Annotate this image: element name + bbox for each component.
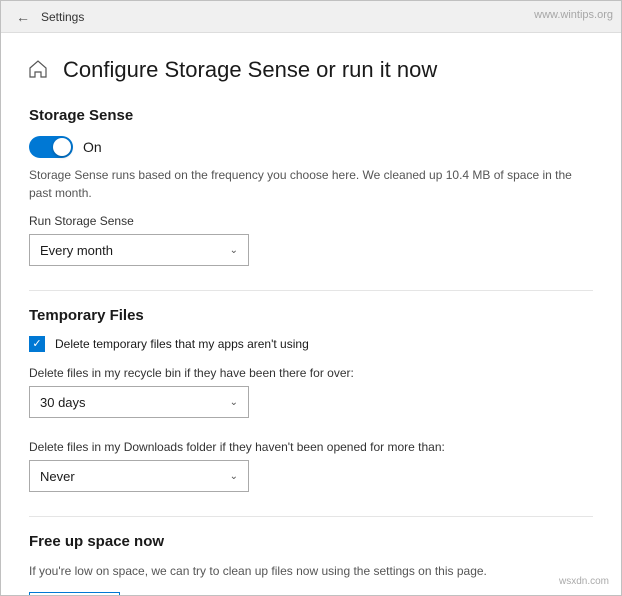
storage-sense-description: Storage Sense runs based on the frequenc…	[29, 166, 593, 202]
page-title: Configure Storage Sense or run it now	[63, 57, 437, 83]
downloads-folder-label: Delete files in my Downloads folder if t…	[29, 440, 593, 454]
temporary-files-section: Temporary Files ✓ Delete temporary files…	[29, 307, 593, 492]
clean-now-button[interactable]: Clean now	[29, 592, 120, 595]
settings-window: ← Settings www.wintips.org Configure Sto…	[0, 0, 622, 596]
run-storage-sense-label: Run Storage Sense	[29, 214, 593, 228]
free-up-space-description: If you're low on space, we can try to cl…	[29, 562, 593, 580]
downloads-folder-value: Never	[40, 469, 75, 484]
storage-sense-section: Storage Sense On Storage Sense runs base…	[29, 107, 593, 266]
checkmark-icon: ✓	[32, 339, 41, 350]
downloads-dropdown-arrow-icon: ⌄	[230, 471, 238, 482]
run-frequency-value: Every month	[40, 243, 113, 258]
back-button[interactable]: ←	[13, 7, 33, 27]
storage-sense-title: Storage Sense	[29, 107, 593, 124]
toggle-knob	[53, 138, 71, 156]
downloads-folder-dropdown[interactable]: Never ⌄	[29, 460, 249, 492]
free-up-space-section: Free up space now If you're low on space…	[29, 533, 593, 595]
storage-sense-toggle[interactable]	[29, 136, 73, 158]
page-header: Configure Storage Sense or run it now	[29, 57, 593, 83]
free-up-space-title: Free up space now	[29, 533, 593, 550]
home-icon[interactable]	[29, 60, 49, 80]
toggle-row: On	[29, 136, 593, 158]
watermark-top: www.wintips.org	[534, 9, 613, 21]
recycle-bin-dropdown[interactable]: 30 days ⌄	[29, 386, 249, 418]
delete-temp-files-label: Delete temporary files that my apps aren…	[55, 337, 309, 351]
run-frequency-dropdown[interactable]: Every month ⌄	[29, 234, 249, 266]
recycle-dropdown-arrow-icon: ⌄	[230, 397, 238, 408]
toggle-label: On	[83, 139, 102, 155]
title-bar: ← Settings	[1, 1, 621, 33]
temporary-files-title: Temporary Files	[29, 307, 593, 324]
recycle-bin-label: Delete files in my recycle bin if they h…	[29, 366, 593, 380]
delete-temp-files-row: ✓ Delete temporary files that my apps ar…	[29, 336, 593, 352]
watermark-bottom: wsxdn.com	[559, 576, 609, 587]
recycle-bin-value: 30 days	[40, 395, 86, 410]
divider-2	[29, 516, 593, 517]
page-content: Configure Storage Sense or run it now St…	[1, 33, 621, 595]
title-bar-label: Settings	[41, 10, 84, 24]
dropdown-arrow-icon: ⌄	[230, 245, 238, 256]
divider-1	[29, 290, 593, 291]
delete-temp-files-checkbox[interactable]: ✓	[29, 336, 45, 352]
